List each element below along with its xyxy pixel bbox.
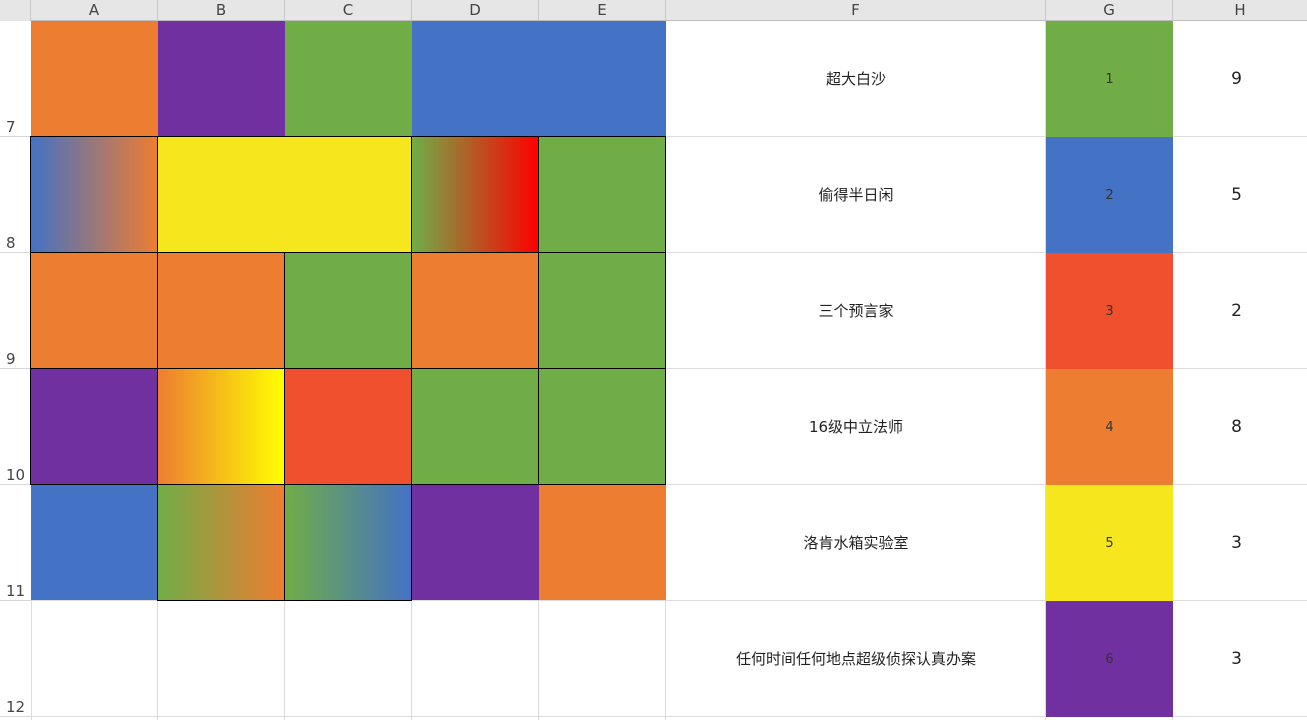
cell-c7[interactable] <box>285 21 412 136</box>
row-header-8[interactable]: 8 <box>0 137 31 253</box>
cell-d7-e7-merged[interactable] <box>412 21 666 136</box>
cell-a9[interactable] <box>30 252 158 369</box>
cell-b11[interactable] <box>157 484 285 601</box>
cell-f8[interactable]: 偷得半日闲 <box>666 137 1046 252</box>
row-number: 9 <box>6 350 16 368</box>
cell-d10[interactable] <box>411 368 539 485</box>
cell-f7[interactable]: 超大白沙 <box>666 21 1046 136</box>
cell-f11[interactable]: 洛肯水箱实验室 <box>666 485 1046 600</box>
cell-f10[interactable]: 16级中立法师 <box>666 369 1046 484</box>
cell-a10[interactable] <box>30 368 158 485</box>
cell-b8-c8-merged[interactable] <box>157 136 412 253</box>
cell-g11[interactable]: 5 <box>1046 485 1173 601</box>
cell-h10[interactable]: 8 <box>1173 369 1300 484</box>
row-number: 10 <box>6 466 26 484</box>
column-header-g[interactable]: G <box>1046 0 1173 21</box>
row-number: 8 <box>6 234 16 252</box>
column-header-h[interactable]: H <box>1173 0 1307 21</box>
cell-g9[interactable]: 3 <box>1046 253 1173 369</box>
cell-d11[interactable] <box>412 485 539 600</box>
row-number: 7 <box>6 118 16 136</box>
row-header-10[interactable]: 10 <box>0 369 31 485</box>
cell-e9[interactable] <box>538 252 666 369</box>
row-header-12[interactable]: 12 <box>0 601 31 717</box>
cell-c11[interactable] <box>284 484 412 601</box>
spreadsheet-sheet: A B C D E F G H 7 8 9 10 11 12 超大白沙 偷得半日… <box>0 0 1307 720</box>
cell-h11[interactable]: 3 <box>1173 485 1300 600</box>
column-header-e[interactable]: E <box>539 0 666 21</box>
cell-g12[interactable]: 6 <box>1046 601 1173 717</box>
cell-g8[interactable]: 2 <box>1046 137 1173 253</box>
column-header-f[interactable]: F <box>666 0 1046 21</box>
row-header-bar: 7 8 9 10 11 12 <box>0 21 31 720</box>
cell-h9[interactable]: 2 <box>1173 253 1300 368</box>
cell-d8[interactable] <box>411 136 539 253</box>
cell-e8[interactable] <box>538 136 666 253</box>
column-header-a[interactable]: A <box>31 0 158 21</box>
cell-a11[interactable] <box>31 485 158 600</box>
cell-c9[interactable] <box>284 252 412 369</box>
cell-b9[interactable] <box>157 252 285 369</box>
cell-a7[interactable] <box>31 21 158 136</box>
select-all-corner[interactable] <box>0 0 31 21</box>
column-header-d[interactable]: D <box>412 0 539 21</box>
cell-h8[interactable]: 5 <box>1173 137 1300 252</box>
column-header-b[interactable]: B <box>158 0 285 21</box>
row-number: 12 <box>6 698 26 716</box>
cell-b7[interactable] <box>158 21 285 136</box>
cell-g10[interactable]: 4 <box>1046 369 1173 485</box>
row-header-9[interactable]: 9 <box>0 253 31 369</box>
row-header-11[interactable]: 11 <box>0 485 31 601</box>
cell-a8[interactable] <box>30 136 158 253</box>
cell-f12[interactable]: 任何时间任何地点超级侦探认真办案 <box>666 601 1046 716</box>
cell-g7[interactable]: 1 <box>1046 21 1173 137</box>
cell-e11[interactable] <box>539 485 666 600</box>
cell-d9[interactable] <box>411 252 539 369</box>
cell-b10[interactable] <box>157 368 285 485</box>
column-header-bar: A B C D E F G H <box>0 0 1307 21</box>
cell-f9[interactable]: 三个预言家 <box>666 253 1046 368</box>
cell-e10[interactable] <box>538 368 666 485</box>
row-number: 11 <box>6 582 26 600</box>
cell-h7[interactable]: 9 <box>1173 21 1300 136</box>
row-header-7[interactable]: 7 <box>0 21 31 137</box>
column-header-c[interactable]: C <box>285 0 412 21</box>
cell-c10[interactable] <box>284 368 412 485</box>
cell-h12[interactable]: 3 <box>1173 601 1300 716</box>
